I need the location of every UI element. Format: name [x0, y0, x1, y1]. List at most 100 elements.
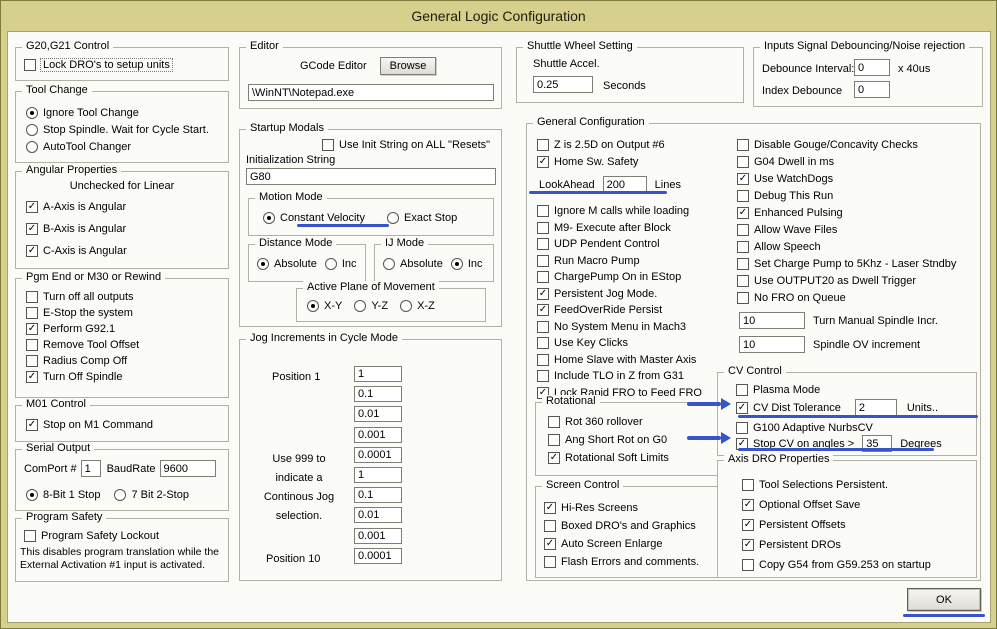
radio-button[interactable]: [114, 488, 127, 501]
checkbox-row[interactable]: ✓ Optional Offset Save: [742, 495, 931, 515]
radio-button[interactable]: [307, 299, 319, 312]
checkbox[interactable]: ✓: [26, 201, 38, 213]
checkbox-row[interactable]: Turn off all outputs: [26, 289, 139, 305]
radio-button[interactable]: [26, 140, 38, 153]
radio-button[interactable]: [26, 123, 38, 136]
checkbox[interactable]: [26, 307, 38, 319]
gcode-editor-path-input[interactable]: [248, 84, 494, 101]
checkbox[interactable]: ✓: [736, 401, 748, 414]
checkbox-row[interactable]: Rot 360 rollover: [548, 413, 669, 431]
radio-row[interactable]: 7 Bit 2-Stop: [114, 486, 189, 503]
initialization-string-input[interactable]: [246, 168, 496, 185]
jog-increment-input[interactable]: [354, 446, 402, 463]
checkbox-row[interactable]: Z is 2.5D on Output #6: [537, 136, 665, 153]
checkbox[interactable]: [537, 205, 549, 218]
radio-button[interactable]: [263, 211, 275, 224]
checkbox[interactable]: [537, 254, 549, 267]
checkbox[interactable]: [24, 529, 36, 542]
cv-dist-tolerance-row[interactable]: ✓ CV Dist Tolerance Units..: [736, 399, 938, 416]
checkbox[interactable]: [548, 434, 560, 446]
checkbox[interactable]: ✓: [548, 452, 560, 464]
checkbox-row[interactable]: M9- Execute after Block: [537, 220, 702, 237]
checkbox-row[interactable]: Copy G54 from G59.253 on startup: [742, 555, 931, 575]
checkbox-row[interactable]: ✓ Persistent DROs: [742, 535, 931, 555]
checkbox-row[interactable]: ✓ B-Axis is Angular: [26, 218, 127, 240]
jog-increment-input[interactable]: [354, 426, 402, 443]
checkbox-row[interactable]: Boxed DRO's and Graphics: [544, 517, 699, 535]
radio-row[interactable]: Y-Z: [354, 297, 388, 314]
checkbox[interactable]: [537, 320, 549, 333]
checkbox-row[interactable]: Program Safety Lockout: [24, 527, 159, 544]
jog-increment-input[interactable]: [354, 487, 402, 504]
ok-button[interactable]: OK: [907, 588, 981, 611]
checkbox[interactable]: ✓: [26, 418, 38, 431]
radio-row[interactable]: Inc: [324, 255, 357, 272]
checkbox[interactable]: [537, 138, 549, 151]
radio-button[interactable]: [26, 106, 38, 119]
radio-row[interactable]: Stop Spindle. Wait for Cycle Start.: [26, 121, 209, 138]
checkbox[interactable]: ✓: [737, 172, 749, 185]
checkbox-row[interactable]: ✓ Hi-Res Screens: [544, 499, 699, 517]
checkbox[interactable]: [537, 271, 549, 284]
checkbox-row[interactable]: Tool Selections Persistent.: [742, 475, 931, 495]
checkbox-row[interactable]: Use OUTPUT20 as Dwell Trigger: [737, 272, 956, 289]
jog-increment-input[interactable]: [354, 547, 402, 564]
checkbox-row[interactable]: ✓ Home Sw. Safety: [537, 153, 665, 170]
checkbox[interactable]: [737, 257, 749, 270]
checkbox-row[interactable]: G04 Dwell in ms: [737, 153, 956, 170]
jog-increment-input[interactable]: [354, 366, 402, 382]
checkbox[interactable]: ✓: [26, 245, 38, 257]
radio-button[interactable]: [400, 299, 413, 312]
cv-dist-tolerance-input[interactable]: [854, 399, 897, 416]
checkbox[interactable]: [742, 479, 754, 491]
checkbox-row[interactable]: ✓ Stop on M1 Command: [26, 416, 153, 433]
checkbox[interactable]: ✓: [742, 499, 754, 511]
browse-button[interactable]: Browse: [380, 57, 436, 75]
radio-row[interactable]: Ignore Tool Change: [26, 104, 209, 121]
spindle-ov-input[interactable]: [739, 336, 805, 353]
index-debounce-input[interactable]: [854, 81, 890, 98]
checkbox-row[interactable]: ✓ Turn Off Spindle: [26, 369, 139, 385]
checkbox-row[interactable]: Remove Tool Offset: [26, 337, 139, 353]
checkbox-row[interactable]: Radius Comp Off: [26, 353, 139, 369]
radio-row[interactable]: X-Z: [400, 297, 435, 314]
checkbox[interactable]: [537, 353, 549, 366]
radio-row[interactable]: X-Y: [307, 297, 342, 314]
radio-row[interactable]: 8-Bit 1 Stop: [26, 486, 100, 503]
checkbox-row[interactable]: ✓ Persistent Jog Mode.: [537, 286, 702, 303]
checkbox[interactable]: [737, 155, 749, 168]
checkbox[interactable]: [537, 370, 549, 383]
checkbox-row[interactable]: ✓ Perform G92.1: [26, 321, 139, 337]
radio-button[interactable]: [257, 257, 269, 270]
checkbox-row[interactable]: Allow Wave Files: [737, 221, 956, 238]
checkbox[interactable]: [544, 556, 556, 568]
checkbox[interactable]: [742, 559, 754, 571]
checkbox[interactable]: ✓: [537, 287, 549, 300]
checkbox-row[interactable]: Home Slave with Master Axis: [537, 352, 702, 369]
jog-increment-input[interactable]: [354, 406, 402, 423]
checkbox[interactable]: ✓: [26, 371, 38, 383]
checkbox-row[interactable]: ✓ Use WatchDogs: [737, 170, 956, 187]
radio-button[interactable]: [450, 257, 463, 270]
checkbox[interactable]: [737, 291, 749, 304]
checkbox-row[interactable]: Flash Errors and comments.: [544, 553, 699, 571]
manual-spindle-incr-input[interactable]: [739, 312, 805, 329]
checkbox[interactable]: [537, 221, 549, 234]
checkbox[interactable]: ✓: [544, 502, 556, 514]
checkbox[interactable]: [24, 58, 36, 71]
radio-button[interactable]: [383, 257, 395, 270]
checkbox-row[interactable]: ✓ Auto Screen Enlarge: [544, 535, 699, 553]
checkbox[interactable]: [548, 416, 560, 428]
jog-increment-input[interactable]: [354, 507, 402, 524]
checkbox-row[interactable]: Ignore M calls while loading: [537, 203, 702, 220]
checkbox[interactable]: ✓: [26, 323, 38, 335]
checkbox-row[interactable]: Run Macro Pump: [537, 253, 702, 270]
plasma-mode-row[interactable]: Plasma Mode: [736, 381, 820, 398]
checkbox[interactable]: [736, 421, 748, 434]
checkbox[interactable]: ✓: [742, 539, 754, 551]
checkbox[interactable]: ✓: [742, 519, 754, 531]
radio-row[interactable]: AutoTool Changer: [26, 138, 209, 155]
baudrate-input[interactable]: [159, 460, 216, 477]
checkbox-row[interactable]: No FRO on Queue: [737, 289, 956, 306]
use-init-string-row[interactable]: Use Init String on ALL "Resets": [322, 136, 490, 153]
